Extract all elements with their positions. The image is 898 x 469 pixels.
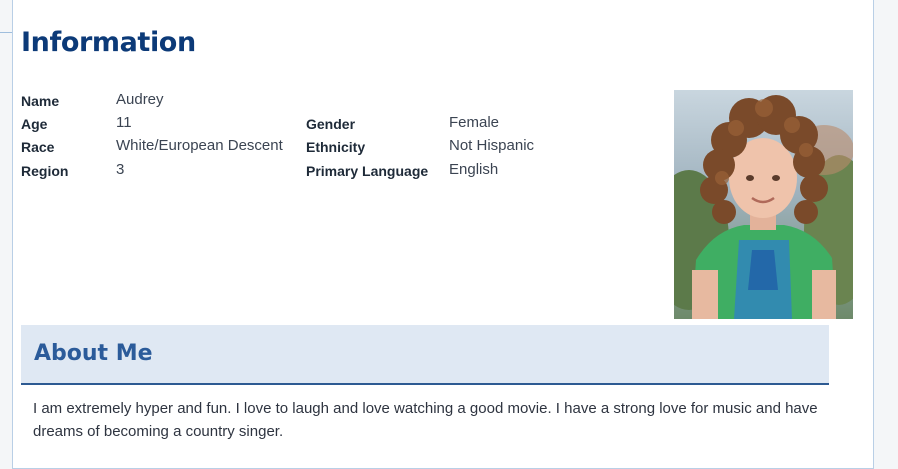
left-accent-line (0, 32, 12, 33)
profile-photo (674, 90, 853, 319)
language-label: Primary Language (306, 163, 429, 179)
ethnicity-label: Ethnicity (306, 139, 366, 155)
age-label: Age (21, 116, 48, 132)
about-me-title: About Me (34, 341, 153, 366)
race-value: White/European Descent (116, 137, 283, 154)
name-value: Audrey (116, 91, 164, 108)
ethnicity-value: Not Hispanic (449, 137, 535, 154)
age-value: 11 (116, 114, 132, 131)
gender-label: Gender (306, 116, 356, 132)
about-me-header: About Me (21, 325, 829, 385)
language-value: English (449, 161, 499, 178)
photo-illustration (674, 90, 853, 319)
region-value: 3 (116, 161, 125, 178)
page-title: Information (21, 27, 196, 58)
name-label: Name (21, 93, 60, 109)
gender-value: Female (449, 114, 500, 131)
region-label: Region (21, 163, 69, 179)
about-me-text: I am extremely hyper and fun. I love to … (33, 400, 818, 440)
race-label: Race (21, 139, 55, 155)
